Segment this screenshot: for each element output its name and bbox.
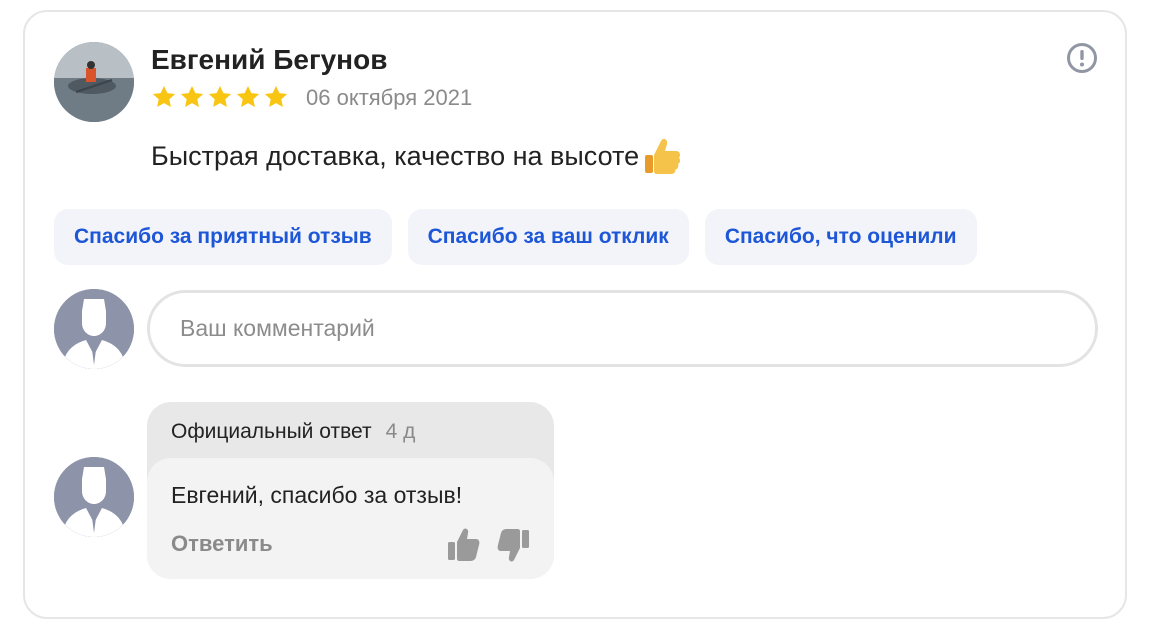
review-text-content: Быстрая доставка, качество на высоте (151, 140, 640, 171)
author-name[interactable]: Евгений Бегунов (151, 44, 387, 76)
thumbs-up-icon[interactable] (446, 526, 480, 564)
user-silhouette-icon (54, 289, 134, 369)
reviewer-avatar[interactable] (54, 42, 134, 122)
rating-stars (151, 84, 289, 110)
star-icon (236, 85, 260, 107)
thumbs-up-emoji-icon (645, 138, 681, 174)
official-answer-body: Евгений, спасибо за отзыв! Ответить (147, 458, 554, 579)
reply-button[interactable]: Ответить (171, 531, 273, 557)
quick-reply-button[interactable]: Спасибо за ваш отклик (407, 209, 689, 265)
official-answer-label: Официальный ответ (171, 420, 372, 443)
comment-input[interactable] (147, 290, 1098, 367)
official-answer-text: Евгений, спасибо за отзыв! (171, 482, 463, 508)
star-icon (180, 85, 204, 107)
star-icon (264, 85, 288, 107)
review-date: 06 октября 2021 (306, 85, 473, 110)
reviewer-photo (54, 42, 134, 122)
report-exclamation-icon[interactable] (1066, 42, 1098, 74)
user-silhouette-icon (54, 457, 134, 537)
star-icon (208, 85, 232, 107)
star-icon (152, 85, 176, 107)
official-answer-avatar (54, 457, 134, 537)
quick-reply-button[interactable]: Спасибо, что оценили (704, 209, 977, 265)
official-answer: Официальный ответ 4 д Евгений, спасибо з… (147, 402, 554, 579)
review-text: Быстрая доставка, качество на высоте (151, 135, 683, 177)
official-answer-age: 4 д (385, 420, 416, 443)
official-answer-header: Официальный ответ 4 д (171, 420, 415, 444)
current-user-avatar (54, 289, 134, 369)
thumbs-down-icon[interactable] (497, 526, 531, 564)
quick-replies: Спасибо за приятный отзыв Спасибо за ваш… (54, 209, 977, 265)
quick-reply-button[interactable]: Спасибо за приятный отзыв (54, 209, 392, 265)
